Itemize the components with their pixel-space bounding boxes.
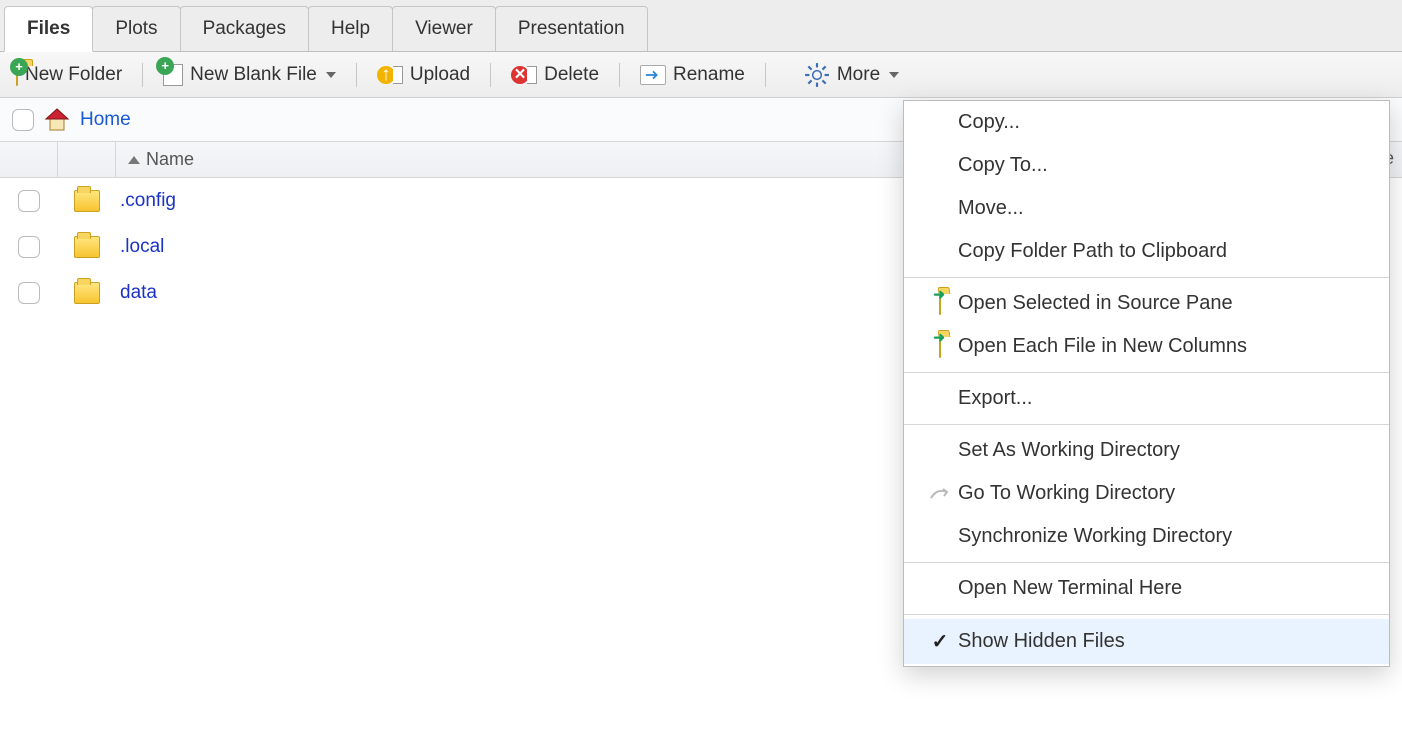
home-icon[interactable] — [44, 107, 70, 133]
upload-button[interactable]: ↑ Upload — [371, 62, 476, 88]
pane-tabs: Files Plots Packages Help Viewer Present… — [0, 0, 1402, 52]
menu-item-open-selected[interactable]: ➜ Open Selected in Source Pane — [904, 282, 1389, 325]
menu-separator — [904, 614, 1389, 615]
rename-button[interactable]: Rename — [634, 62, 751, 88]
tab-label: Packages — [203, 18, 286, 40]
rename-icon — [640, 65, 666, 85]
goto-icon — [922, 486, 958, 502]
file-name-link[interactable]: .local — [120, 236, 164, 257]
menu-item-show-hidden[interactable]: Show Hidden Files — [904, 619, 1389, 664]
menu-item-set-wd[interactable]: Set As Working Directory — [904, 429, 1389, 472]
button-label: Upload — [410, 64, 470, 86]
dropdown-caret-icon — [889, 72, 899, 78]
folder-icon — [74, 282, 100, 304]
more-dropdown-menu: Copy... Copy To... Move... Copy Folder P… — [903, 100, 1390, 667]
menu-item-label: Open New Terminal Here — [958, 577, 1371, 600]
button-label: More — [837, 64, 880, 86]
select-all-checkbox[interactable] — [12, 109, 34, 131]
tab-presentation[interactable]: Presentation — [495, 6, 648, 51]
tab-label: Plots — [115, 18, 157, 40]
menu-item-copy-to[interactable]: Copy To... — [904, 144, 1389, 187]
menu-item-label: Copy To... — [958, 154, 1371, 177]
new-folder-button[interactable]: + New Folder — [10, 62, 128, 88]
menu-item-copy[interactable]: Copy... — [904, 101, 1389, 144]
menu-item-label: Copy Folder Path to Clipboard — [958, 240, 1371, 263]
tab-label: Files — [27, 18, 70, 40]
menu-item-label: Set As Working Directory — [958, 439, 1371, 462]
tab-label: Help — [331, 18, 370, 40]
menu-separator — [904, 277, 1389, 278]
menu-item-export[interactable]: Export... — [904, 377, 1389, 420]
delete-icon: × — [511, 66, 537, 84]
new-blank-file-button[interactable]: + New Blank File — [157, 62, 342, 88]
tab-files[interactable]: Files — [4, 6, 93, 52]
dropdown-caret-icon — [326, 72, 336, 78]
menu-item-copy-path[interactable]: Copy Folder Path to Clipboard — [904, 230, 1389, 273]
gear-icon — [804, 62, 830, 88]
more-button[interactable]: More — [798, 60, 905, 90]
row-checkbox[interactable] — [18, 282, 40, 304]
new-file-icon: + — [163, 64, 183, 86]
menu-item-sync-wd[interactable]: Synchronize Working Directory — [904, 515, 1389, 558]
menu-item-label: Open Selected in Source Pane — [958, 292, 1371, 315]
toolbar-separator — [490, 63, 491, 87]
toolbar-separator — [619, 63, 620, 87]
menu-separator — [904, 562, 1389, 563]
upload-icon: ↑ — [377, 66, 403, 84]
tab-label: Presentation — [518, 18, 625, 40]
button-label: New Folder — [25, 64, 122, 86]
files-toolbar: + New Folder + New Blank File ↑ Upload ×… — [0, 52, 1402, 98]
new-folder-icon: + — [16, 64, 18, 86]
open-folder-icon: ➜ — [922, 335, 958, 358]
column-name-label: Name — [146, 149, 194, 170]
menu-item-label: Copy... — [958, 111, 1371, 134]
row-checkbox[interactable] — [18, 190, 40, 212]
toolbar-separator — [765, 63, 766, 87]
menu-item-label: Synchronize Working Directory — [958, 525, 1371, 548]
folder-icon — [74, 236, 100, 258]
menu-separator — [904, 424, 1389, 425]
tab-plots[interactable]: Plots — [92, 6, 180, 51]
menu-item-label: Export... — [958, 387, 1371, 410]
tab-packages[interactable]: Packages — [180, 6, 309, 51]
button-label: New Blank File — [190, 64, 317, 86]
delete-button[interactable]: × Delete — [505, 62, 605, 88]
tab-viewer[interactable]: Viewer — [392, 6, 496, 51]
row-checkbox[interactable] — [18, 236, 40, 258]
menu-item-open-terminal[interactable]: Open New Terminal Here — [904, 567, 1389, 610]
button-label: Rename — [673, 64, 745, 86]
menu-item-move[interactable]: Move... — [904, 187, 1389, 230]
open-folder-icon: ➜ — [922, 292, 958, 315]
check-icon — [922, 629, 958, 654]
menu-item-open-columns[interactable]: ➜ Open Each File in New Columns — [904, 325, 1389, 368]
menu-item-goto-wd[interactable]: Go To Working Directory — [904, 472, 1389, 515]
menu-item-label: Move... — [958, 197, 1371, 220]
button-label: Delete — [544, 64, 599, 86]
menu-item-label: Show Hidden Files — [958, 630, 1371, 653]
sort-asc-icon — [128, 156, 140, 164]
breadcrumb-home-link[interactable]: Home — [80, 109, 131, 131]
file-name-link[interactable]: data — [120, 282, 157, 303]
menu-item-label: Open Each File in New Columns — [958, 335, 1371, 358]
folder-icon — [74, 190, 100, 212]
menu-separator — [904, 372, 1389, 373]
menu-item-label: Go To Working Directory — [958, 482, 1371, 505]
file-name-link[interactable]: .config — [120, 190, 176, 211]
toolbar-separator — [356, 63, 357, 87]
tab-label: Viewer — [415, 18, 473, 40]
tab-help[interactable]: Help — [308, 6, 393, 51]
toolbar-separator — [142, 63, 143, 87]
